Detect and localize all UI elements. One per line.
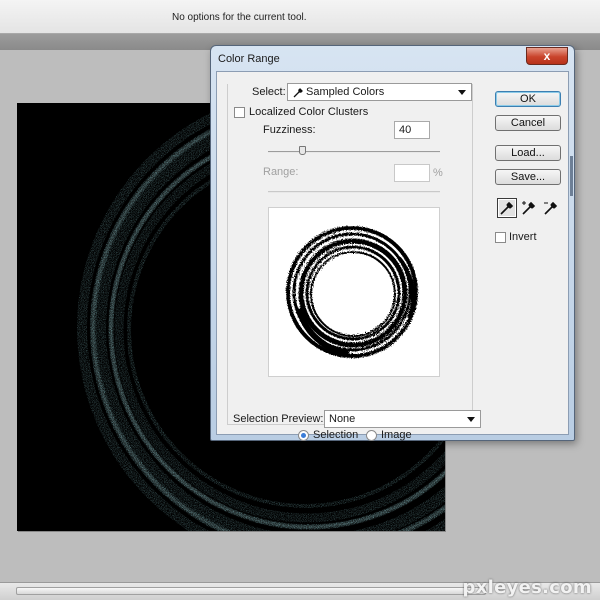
selection-preview-label: Selection Preview: (233, 413, 324, 425)
dialog-resize-edge (570, 156, 573, 196)
fuzziness-label: Fuzziness: (263, 124, 316, 136)
localized-clusters-checkbox[interactable] (234, 107, 245, 118)
scrollbar-thumb[interactable] (16, 587, 486, 595)
selection-radio-label: Selection (313, 429, 359, 441)
select-dropdown[interactable]: Sampled Colors (287, 83, 472, 101)
add-to-sample-button[interactable] (519, 198, 539, 218)
eyedropper-tool-button[interactable] (497, 198, 517, 218)
selection-preview-dropdown[interactable]: None (324, 410, 481, 428)
load-button[interactable]: Load... (495, 145, 561, 161)
eyedropper-minus-icon (544, 201, 558, 215)
group-border-left (227, 84, 228, 424)
close-icon: x (543, 49, 551, 63)
range-input[interactable] (394, 164, 430, 182)
group-border-right (472, 84, 473, 425)
dialog-title: Color Range (218, 53, 280, 65)
image-radio[interactable] (366, 430, 377, 441)
range-unit: % (433, 167, 443, 179)
select-label: Select: (252, 86, 286, 98)
image-radio-label: Image (381, 429, 412, 441)
eyedropper-plus-icon (522, 201, 536, 215)
selection-radio[interactable] (298, 430, 309, 441)
color-range-dialog: Color Range x Select: Sampled Colors Loc… (210, 45, 575, 441)
close-button[interactable]: x (526, 47, 568, 65)
fuzziness-input[interactable]: 40 (394, 121, 430, 139)
localized-clusters-label: Localized Color Clusters (249, 106, 369, 118)
selection-preview-image (268, 207, 440, 377)
save-button[interactable]: Save... (495, 169, 561, 185)
ring-mask-preview (286, 226, 418, 358)
cancel-button[interactable]: Cancel (495, 115, 561, 131)
select-value: Sampled Colors (306, 86, 385, 98)
eyedropper-icon (293, 88, 303, 98)
invert-checkbox[interactable] (495, 232, 506, 243)
chevron-down-icon (458, 90, 466, 95)
chevron-down-icon (467, 417, 475, 422)
ok-button[interactable]: OK (495, 91, 561, 107)
fuzziness-value: 40 (399, 124, 412, 136)
options-bar: No options for the current tool. (0, 0, 600, 34)
watermark: pxleyes.com (462, 577, 592, 598)
range-label: Range: (263, 166, 299, 178)
range-slider[interactable] (268, 191, 440, 193)
invert-label: Invert (509, 231, 537, 243)
options-bar-text: No options for the current tool. (172, 12, 307, 23)
selection-preview-value: None (329, 413, 356, 425)
eyedropper-icon (500, 201, 514, 215)
fuzziness-slider[interactable] (268, 151, 440, 153)
subtract-from-sample-button[interactable] (541, 198, 561, 218)
fuzziness-slider-thumb[interactable] (299, 146, 307, 155)
